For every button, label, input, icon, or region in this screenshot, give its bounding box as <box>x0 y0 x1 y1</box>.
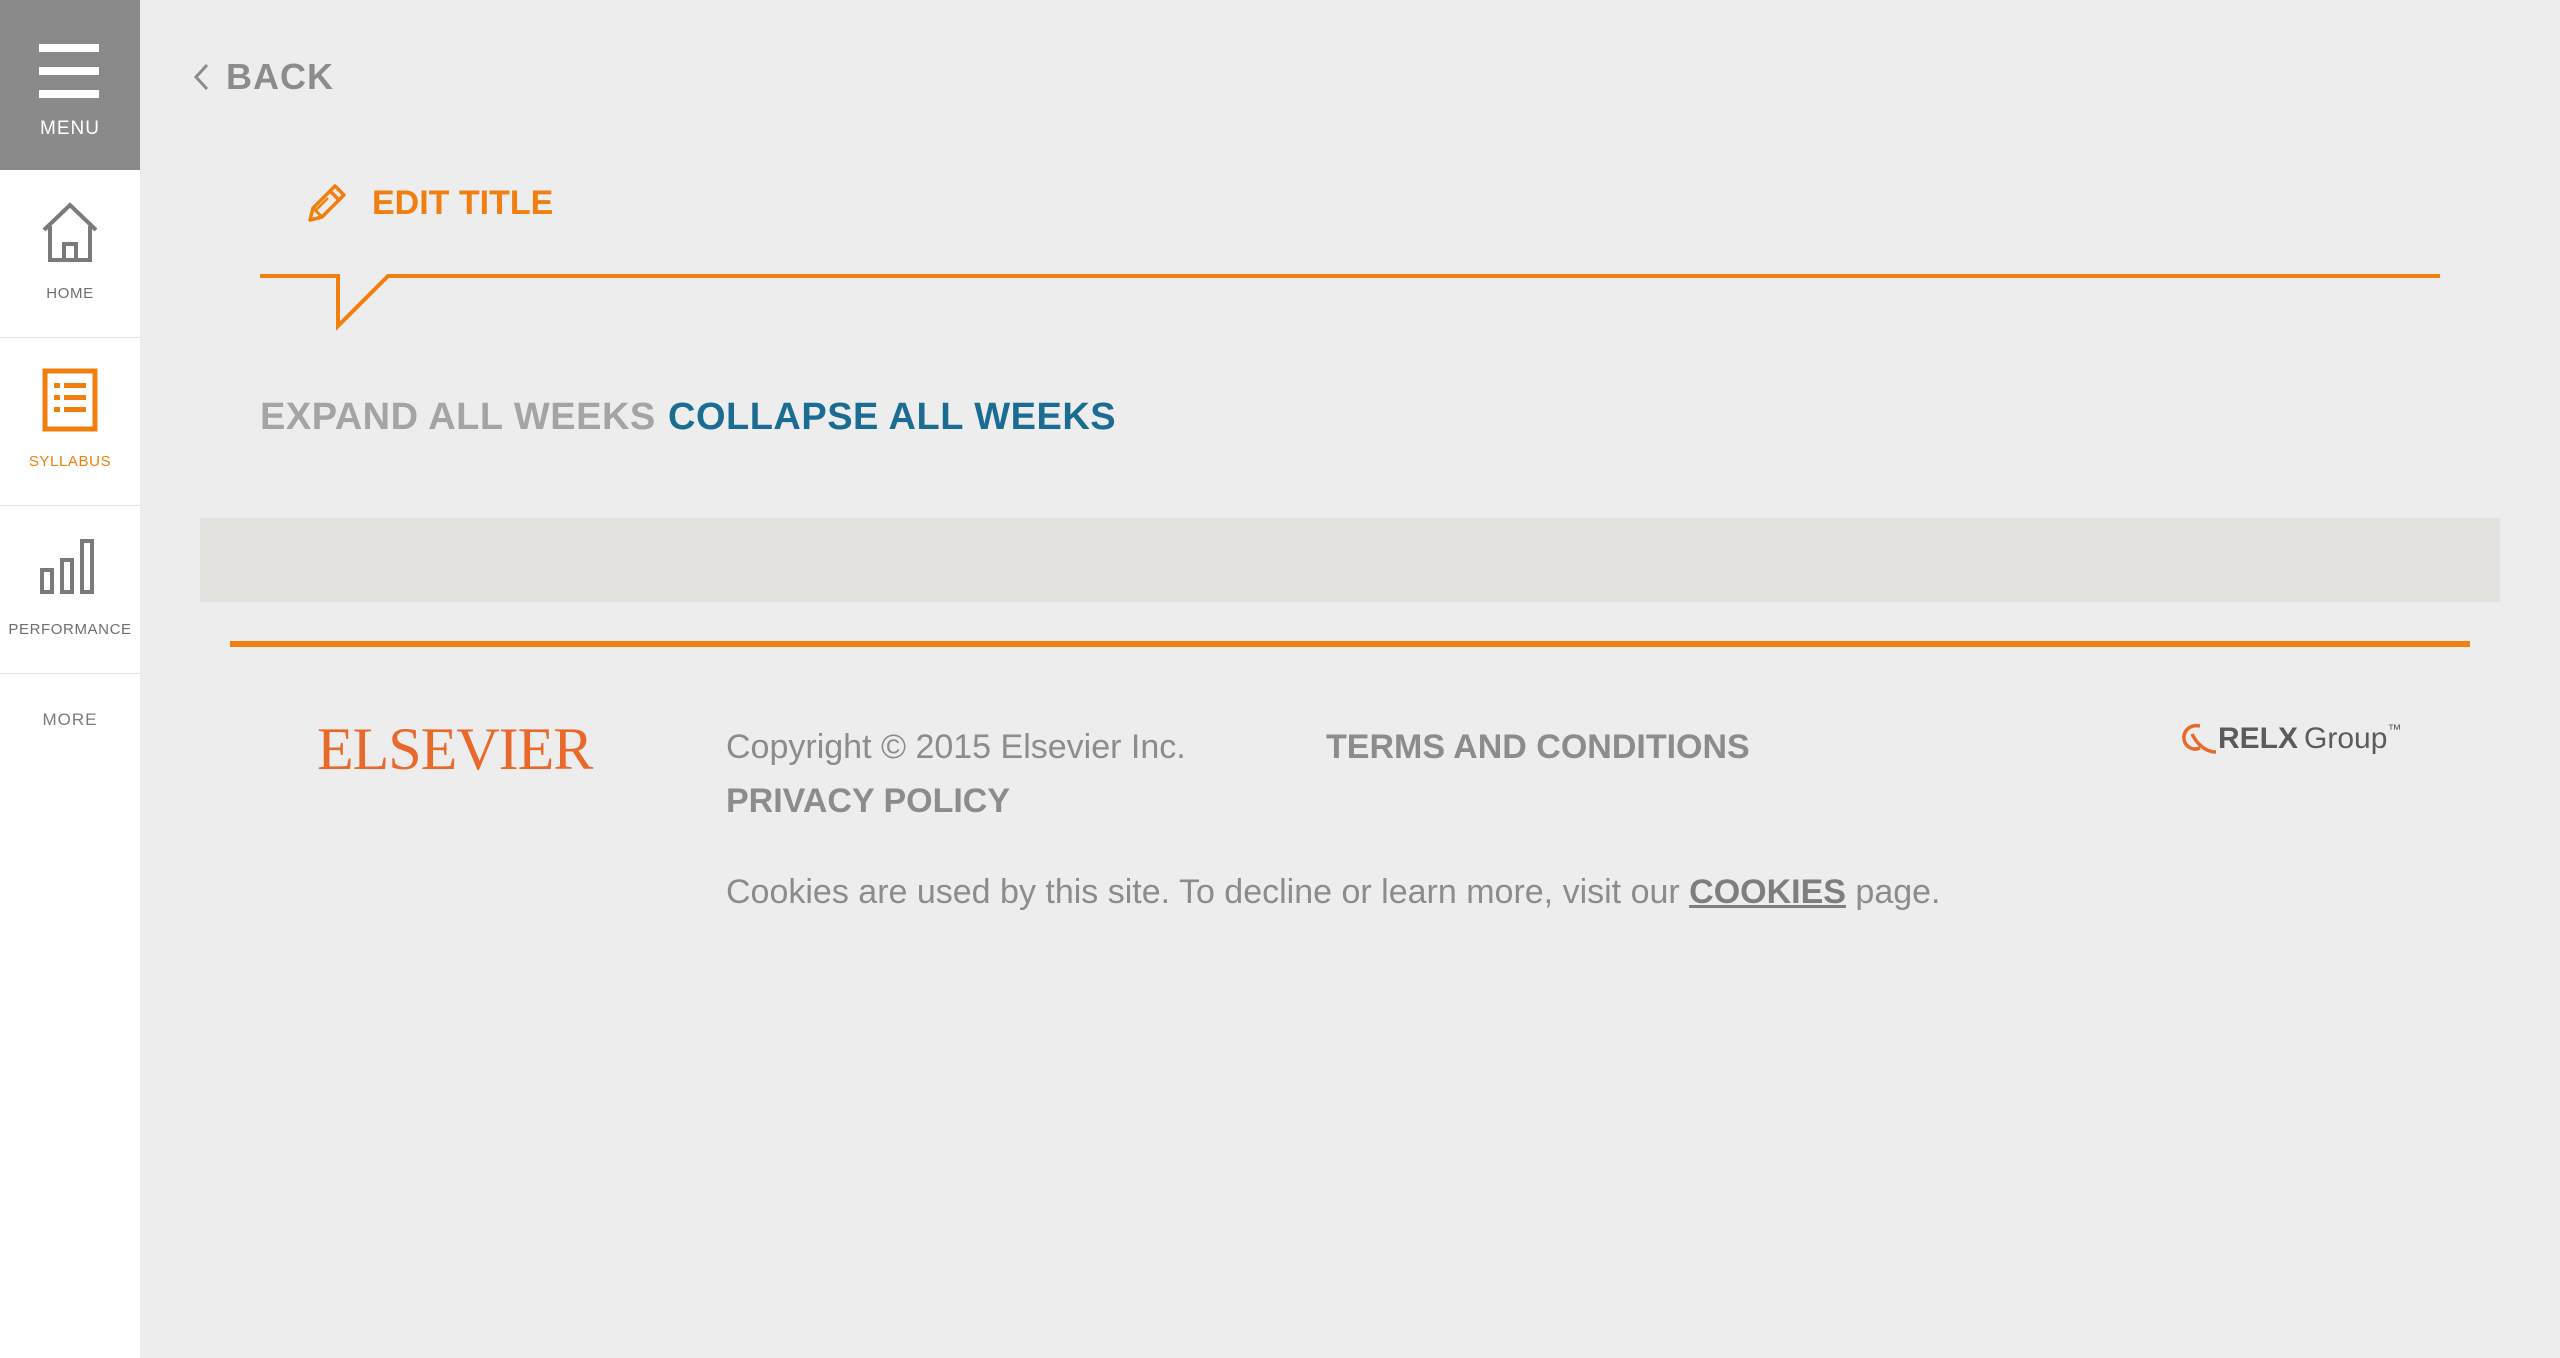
cookies-notice: Cookies are used by this site. To declin… <box>726 873 1941 912</box>
terms-and-conditions-link[interactable]: TERMS AND CONDITIONS <box>1326 728 1750 767</box>
home-icon <box>0 200 140 280</box>
relx-group-logo[interactable]: RELX Group ™ <box>2180 721 2402 756</box>
hamburger-icon <box>39 44 99 98</box>
expand-all-weeks-button[interactable]: EXPAND ALL WEEKS <box>260 396 656 439</box>
chevron-left-icon <box>193 63 209 91</box>
menu-button[interactable]: MENU <box>0 0 140 170</box>
sidebar-item-performance[interactable]: PERFORMANCE <box>0 506 140 674</box>
sidebar: MENU HOME SYLLABUS PERFORMANCE MORE <box>0 0 140 1358</box>
cookies-prefix: Cookies are used by this site. To declin… <box>726 873 1690 911</box>
cookies-link[interactable]: COOKIES <box>1689 873 1846 911</box>
edit-title-label: EDIT TITLE <box>372 183 554 222</box>
sidebar-more-button[interactable]: MORE <box>0 710 140 730</box>
menu-label: MENU <box>40 118 100 139</box>
syllabus-icon <box>0 368 140 448</box>
sidebar-item-label: PERFORMANCE <box>8 621 132 638</box>
relx-tm: ™ <box>2387 721 2402 737</box>
cookies-suffix: page. <box>1845 873 1941 911</box>
sidebar-item-home[interactable]: HOME <box>0 170 140 338</box>
sidebar-item-label: SYLLABUS <box>28 453 112 470</box>
relx-group-text: Group <box>2304 722 2388 755</box>
privacy-policy-link[interactable]: PRIVACY POLICY <box>726 782 1010 821</box>
elsevier-logo[interactable]: ELSEVIER <box>317 715 593 784</box>
back-label: BACK <box>226 56 334 97</box>
sidebar-item-label: HOME <box>46 285 94 302</box>
edit-title-button[interactable]: EDIT TITLE <box>304 178 553 228</box>
back-button[interactable]: BACK <box>192 52 334 102</box>
weeks-container <box>200 518 2500 602</box>
title-divider <box>260 274 2440 331</box>
collapse-all-weeks-button[interactable]: COLLAPSE ALL WEEKS <box>668 396 1116 439</box>
copyright-text: Copyright © 2015 Elsevier Inc. <box>726 728 1186 766</box>
relx-mark-icon <box>2182 723 2217 754</box>
sidebar-item-syllabus[interactable]: SYLLABUS <box>0 338 140 506</box>
bar-chart-icon <box>0 536 140 616</box>
footer-divider <box>230 641 2470 647</box>
relx-bold-text: RELX <box>2218 722 2299 755</box>
pencil-icon <box>308 184 346 222</box>
